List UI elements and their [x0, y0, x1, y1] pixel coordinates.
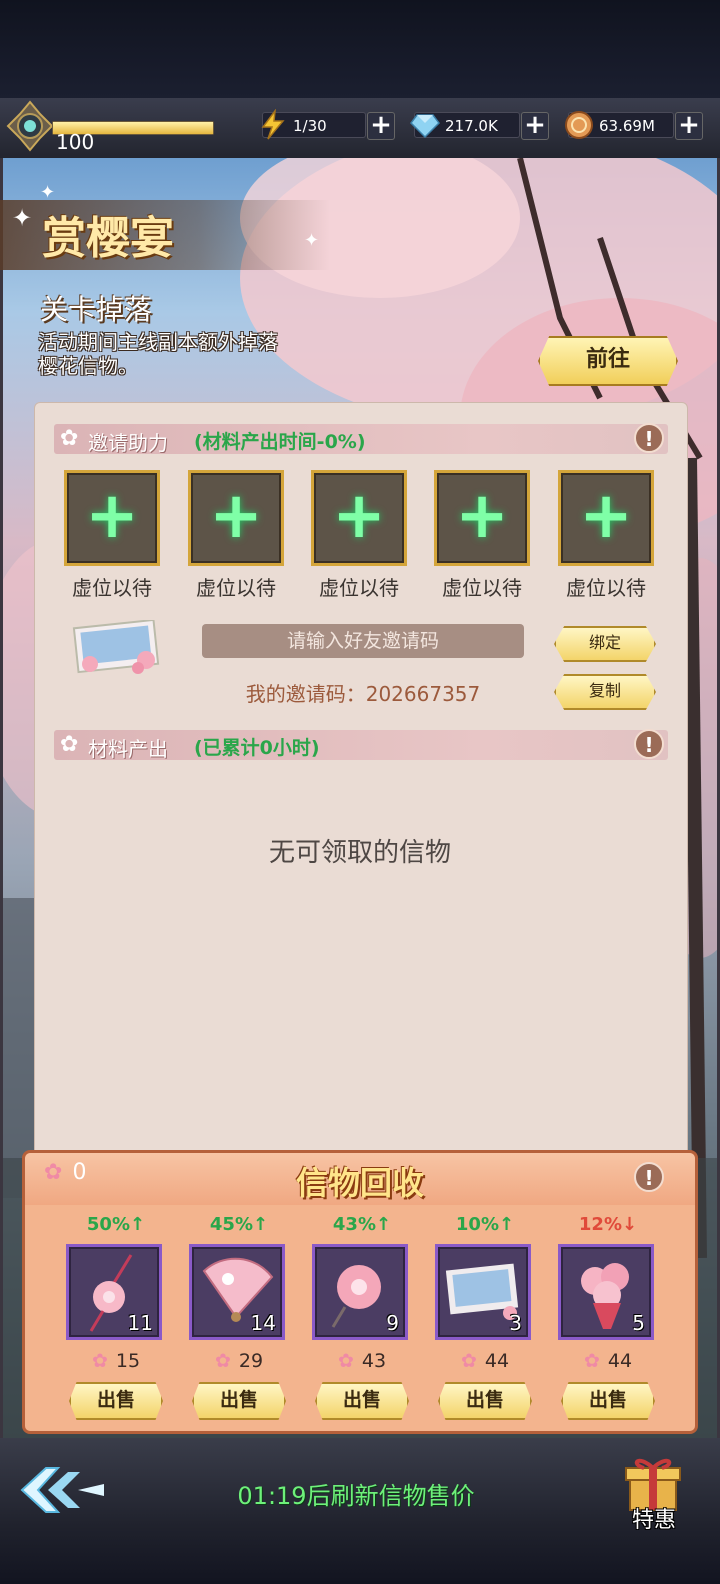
event-subtitle: 关卡掉落 — [40, 293, 153, 326]
price-value: 15 — [115, 1350, 141, 1372]
sell-button[interactable]: 出售 — [69, 1382, 163, 1420]
invite-header-note: (材料产出时间-0%) — [194, 431, 366, 453]
copy-button[interactable]: 复制 — [554, 674, 656, 710]
invite-slot[interactable]: + — [434, 470, 530, 566]
sakura-icon: ✿ — [60, 426, 79, 451]
item-quantity: 9 — [386, 1311, 399, 1335]
plus-icon: + — [579, 479, 633, 553]
sakura-petal-icon: ✿ — [337, 1350, 354, 1372]
invite-header-label: 邀请助力 — [88, 431, 168, 455]
plus-icon: + — [85, 479, 139, 553]
lightning-icon — [261, 109, 285, 140]
info-icon[interactable]: ! — [634, 423, 664, 453]
add-coins-button[interactable]: + — [675, 112, 703, 140]
invite-code-input[interactable]: 请输入好友邀请码 — [202, 624, 524, 658]
price-value: 43 — [361, 1350, 387, 1372]
event-description: 活动期间主线副本额外掉落樱花信物。 — [38, 330, 278, 378]
materials-header-label: 材料产出 — [88, 737, 168, 761]
status-area — [0, 0, 720, 98]
recycle-info-icon[interactable]: ! — [634, 1162, 664, 1192]
invite-slot[interactable]: + — [558, 470, 654, 566]
sparkle-icon: ✦ — [304, 230, 320, 251]
invite-slot[interactable]: + — [188, 470, 284, 566]
price-change: 43%↑ — [332, 1214, 392, 1235]
level-number: 100 — [56, 130, 95, 154]
postcard-icon — [72, 620, 160, 674]
info-icon[interactable]: ! — [634, 729, 664, 759]
invite-section-header: ✿ 邀请助力 (材料产出时间-0%) ! — [54, 423, 668, 455]
coin-counter: 63.69M + — [565, 111, 703, 140]
price-value: 44 — [484, 1350, 510, 1372]
sell-button[interactable]: 出售 — [315, 1382, 409, 1420]
plus-icon: + — [332, 479, 386, 553]
sparkle-icon: ✦ — [40, 182, 56, 203]
sakura-icon: ✿ — [60, 732, 79, 757]
invite-slot[interactable]: + — [64, 470, 160, 566]
sell-button[interactable]: 出售 — [438, 1382, 532, 1420]
diamond-icon — [410, 114, 440, 139]
item-sakura-bouquet[interactable]: 5 — [558, 1244, 654, 1340]
item-price: ✿ 15 — [66, 1350, 166, 1372]
item-price: ✿ 44 — [435, 1350, 535, 1372]
item-price: ✿ 43 — [312, 1350, 412, 1372]
invite-slot-label: 虚位以待 — [442, 576, 522, 600]
materials-section-header: ✿ 材料产出 (已累计0小时) ! — [54, 729, 668, 761]
item-sakura-hairpin[interactable]: 9 — [312, 1244, 408, 1340]
item-sakura-folding-fan[interactable]: 14 — [189, 1244, 285, 1340]
special-offer-label[interactable]: 特惠 — [614, 1502, 694, 1534]
bind-button[interactable]: 绑定 — [554, 626, 656, 662]
energy-counter: 1/30 + — [261, 109, 395, 140]
gem-counter: 217.0K + — [410, 112, 549, 140]
price-value: 44 — [607, 1350, 633, 1372]
bottom-bar — [0, 1438, 720, 1584]
price-change: 45%↑ — [209, 1214, 269, 1235]
sell-button[interactable]: 出售 — [561, 1382, 655, 1420]
sakura-petal-icon: ✿ — [583, 1350, 600, 1372]
gem-value: 217.0K — [445, 117, 498, 135]
sakura-petal-icon: ✿ — [214, 1350, 231, 1372]
petal-count: ✿ 0 — [44, 1160, 86, 1185]
price-value: 29 — [238, 1350, 264, 1372]
my-invite-code: 我的邀请码：202667357 — [245, 682, 481, 706]
materials-header-note: (已累计0小时) — [194, 737, 320, 759]
sakura-petal-icon: ✿ — [460, 1350, 477, 1372]
level-emblem-icon — [6, 100, 54, 152]
sparkle-icon: ✦ — [12, 204, 33, 232]
sakura-petal-icon: ✿ — [91, 1350, 108, 1372]
item-quantity: 5 — [632, 1311, 645, 1335]
price-change: 12%↓ — [578, 1214, 638, 1235]
sakura-petal-icon: ✿ — [44, 1160, 63, 1185]
price-refresh-timer: 01:19后刷新信物售价 — [237, 1482, 475, 1510]
petal-count-value: 0 — [72, 1160, 87, 1185]
add-gems-button[interactable]: + — [521, 112, 549, 140]
plus-icon: + — [209, 479, 263, 553]
item-sakura-postcard[interactable]: 3 — [435, 1244, 531, 1340]
invite-slot[interactable]: + — [311, 470, 407, 566]
invite-slot-label: 虚位以待 — [319, 576, 399, 600]
item-quantity: 3 — [509, 1311, 522, 1335]
recycle-title: 信物回收 — [295, 1164, 424, 1202]
item-price: ✿ 29 — [189, 1350, 289, 1372]
sell-button[interactable]: 出售 — [192, 1382, 286, 1420]
event-title: 赏樱宴 — [42, 213, 174, 264]
price-change: 50%↑ — [86, 1214, 146, 1235]
add-energy-button[interactable]: + — [367, 112, 395, 140]
plus-icon: + — [455, 479, 509, 553]
item-price: ✿ 44 — [558, 1350, 658, 1372]
invite-slot-label: 虚位以待 — [196, 576, 276, 600]
invite-slot-label: 虚位以待 — [72, 576, 152, 600]
invite-slot-label: 虚位以待 — [566, 576, 646, 600]
energy-value: 1/30 — [293, 117, 327, 135]
item-quantity: 11 — [127, 1311, 153, 1335]
empty-materials-message: 无可领取的信物 — [268, 838, 451, 868]
price-change: 10%↑ — [455, 1214, 515, 1235]
item-cherry-blossom-charm[interactable]: 11 — [66, 1244, 162, 1340]
item-quantity: 14 — [250, 1311, 276, 1335]
goto-button[interactable]: 前往 — [538, 336, 678, 386]
coin-value: 63.69M — [599, 117, 655, 135]
coin-icon — [565, 111, 593, 139]
